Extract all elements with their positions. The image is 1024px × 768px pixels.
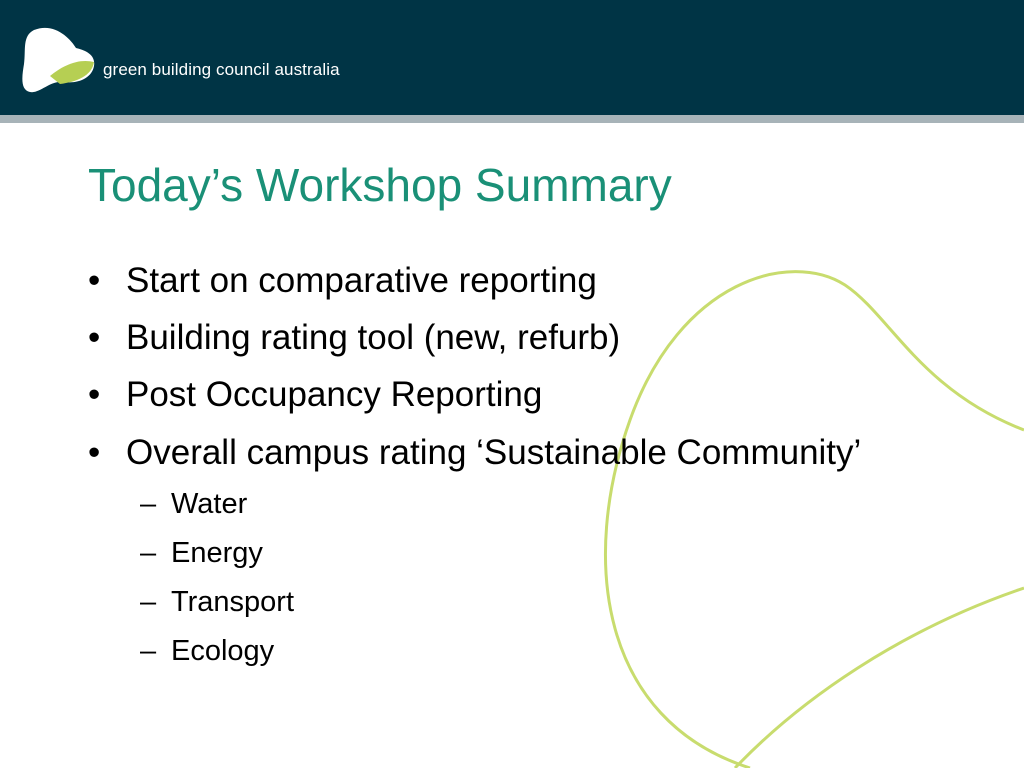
bullet-item: • Overall campus rating ‘Sustainable Comm… (88, 433, 861, 473)
bullet-text: Building rating tool (new, refurb) (126, 318, 621, 357)
bullet-item: • Building rating tool (new, refurb) (88, 318, 620, 358)
bullet-item: • Post Occupancy Reporting (88, 375, 542, 415)
sub-bullet-item: – Water (140, 488, 247, 521)
sub-bullet-text: Water (171, 488, 248, 520)
sub-bullet-marker: – (140, 586, 157, 618)
bullet-text: Start on comparative reporting (126, 261, 597, 300)
sub-bullet-item: – Transport (140, 586, 294, 619)
sub-bullet-item: – Ecology (140, 635, 274, 668)
sub-bullet-marker: – (140, 537, 157, 569)
sub-bullet-text: Energy (171, 537, 263, 569)
sub-bullet-marker: – (140, 635, 157, 667)
sub-bullet-text: Transport (171, 586, 295, 618)
sub-bullet-text: Ecology (171, 635, 275, 667)
sub-bullet-marker: – (140, 488, 157, 520)
bullet-list: • Start on comparative reporting • Buildin… (0, 0, 1024, 768)
sub-bullet-item: – Energy (140, 537, 263, 570)
bullet-marker: • (88, 261, 101, 300)
bullet-item: • Start on comparative reporting (88, 261, 597, 301)
bullet-marker: • (88, 375, 101, 414)
bullet-text: Overall campus rating ‘Sustainable Commu… (126, 433, 862, 472)
bullet-text: Post Occupancy Reporting (126, 375, 543, 414)
bullet-marker: • (88, 433, 101, 472)
bullet-marker: • (88, 318, 101, 357)
